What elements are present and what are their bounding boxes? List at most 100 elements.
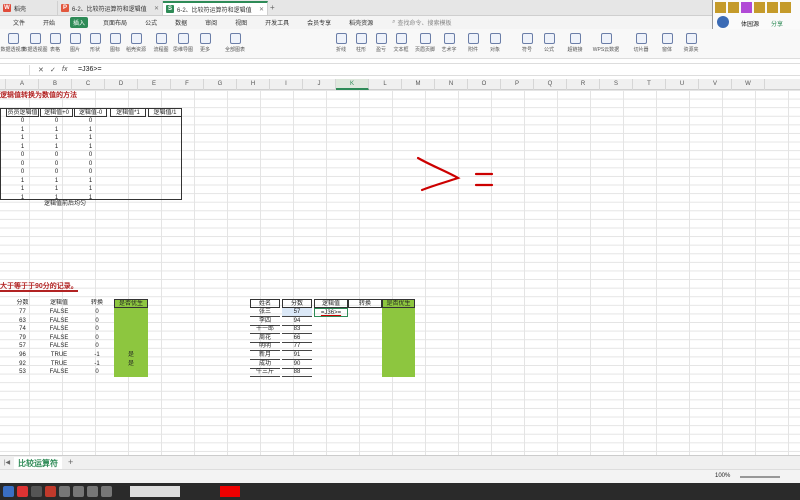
hyperlink-button[interactable]: 超链接	[564, 31, 586, 57]
table-button[interactable]: 表格	[44, 31, 66, 57]
picture-button[interactable]: 图片	[64, 31, 86, 57]
textbox-button[interactable]: 文本框	[390, 31, 412, 57]
add-sheet-icon[interactable]: +	[68, 457, 73, 467]
panel-icon-5[interactable]	[767, 2, 778, 13]
eraser-tool-icon[interactable]	[101, 486, 112, 497]
tab-daoke[interactable]: W 稻壳	[0, 1, 58, 15]
ellipse-tool-icon[interactable]	[73, 486, 84, 497]
column-header-i[interactable]: I	[270, 79, 303, 90]
column-header-a[interactable]: A	[6, 79, 39, 90]
column-header-r[interactable]: R	[567, 79, 600, 90]
excellent-cell[interactable]	[382, 368, 415, 378]
pivot-chart-button[interactable]: 数据透视图	[23, 31, 48, 57]
pen-color-swatch[interactable]	[220, 486, 240, 497]
name-box[interactable]	[0, 65, 30, 75]
first-sheet-icon[interactable]: |◀	[4, 459, 10, 466]
column-header-j[interactable]: J	[303, 79, 336, 90]
arrow-tool-icon[interactable]	[31, 486, 42, 497]
column-header-q[interactable]: Q	[534, 79, 567, 90]
score-cell[interactable]: 53	[6, 368, 39, 377]
attachment-button[interactable]: 附件	[462, 31, 484, 57]
symbol-button[interactable]: 符号	[516, 31, 538, 57]
panel-icon-3[interactable]	[741, 2, 752, 13]
sparkline-column-button[interactable]: 柱形	[350, 31, 372, 57]
column-header-f[interactable]: F	[171, 79, 204, 90]
panel-icon-1[interactable]	[715, 2, 726, 13]
menu-insert[interactable]: 插入	[70, 17, 89, 28]
resource-folder-button[interactable]: 资源夹	[680, 31, 702, 57]
column-header-n[interactable]: N	[435, 79, 468, 90]
menu-home[interactable]: 开始	[40, 17, 58, 28]
panel-icon-4[interactable]	[754, 2, 765, 13]
tab-pdf-document[interactable]: P 6-2、比较符运算符和逻辑值 ✕	[58, 1, 163, 15]
more-button[interactable]: 更多	[194, 31, 216, 57]
all-charts-button[interactable]: 全部图表	[222, 31, 248, 57]
menu-member[interactable]: 会员专享	[304, 17, 334, 28]
menu-daoke-resources[interactable]: 稻壳资源	[346, 17, 376, 28]
zoom-level[interactable]: 100%	[715, 473, 730, 479]
column-header-v[interactable]: V	[699, 79, 732, 90]
logic-cell[interactable]: FALSE	[40, 368, 78, 377]
column-header-k[interactable]: K	[336, 79, 369, 90]
avatar[interactable]	[717, 16, 729, 28]
menu-data[interactable]: 数据	[172, 17, 190, 28]
sparkline-winloss-button[interactable]: 盈亏	[370, 31, 392, 57]
close-icon[interactable]: ✕	[154, 5, 159, 12]
flowchart-button[interactable]: 流程图	[150, 31, 172, 57]
column-header-m[interactable]: M	[402, 79, 435, 90]
zoom-slider[interactable]	[740, 476, 780, 478]
shape-button[interactable]: 形状	[84, 31, 106, 57]
start-icon[interactable]	[3, 486, 14, 497]
column-header-b[interactable]: B	[39, 79, 72, 90]
line-tool-icon[interactable]	[45, 486, 56, 497]
tab-spreadsheet[interactable]: S 6-2、比较符运算符和逻辑值 ✕	[163, 1, 268, 15]
header-footer-button[interactable]: 页眉页脚	[414, 31, 436, 57]
menu-formulas[interactable]: 公式	[142, 17, 160, 28]
column-header-p[interactable]: P	[501, 79, 534, 90]
pen-size-selector[interactable]	[130, 486, 180, 497]
slicer-button[interactable]: 切片器	[630, 31, 652, 57]
column-header-u[interactable]: U	[666, 79, 699, 90]
rect-tool-icon[interactable]	[59, 486, 70, 497]
score-cell[interactable]: 88	[282, 368, 312, 378]
excellent-cell[interactable]	[114, 368, 148, 378]
text-tool-icon[interactable]	[87, 486, 98, 497]
column-header-w[interactable]: W	[732, 79, 765, 90]
sparkline-line-button[interactable]: 折线	[330, 31, 352, 57]
column-header-o[interactable]: O	[468, 79, 501, 90]
share-button[interactable]: 分享	[771, 19, 783, 28]
wordart-button[interactable]: 艺术字	[438, 31, 460, 57]
object-button[interactable]: 对象	[484, 31, 506, 57]
column-header-g[interactable]: G	[204, 79, 237, 90]
name-cell[interactable]: 牛三斤	[250, 368, 280, 378]
equation-button[interactable]: 公式	[538, 31, 560, 57]
pen-tool-icon[interactable]	[17, 486, 28, 497]
menu-page-layout[interactable]: 页面布局	[100, 17, 130, 28]
column-header-l[interactable]: L	[369, 79, 402, 90]
close-icon[interactable]: ✕	[259, 6, 264, 13]
command-search[interactable]: 查找命令、搜索模板	[398, 18, 452, 27]
formula-input[interactable]: =J36>=	[78, 66, 102, 73]
confirm-icon[interactable]: ✓	[50, 66, 56, 74]
cancel-icon[interactable]: ✕	[38, 66, 44, 74]
menu-view[interactable]: 视图	[232, 17, 250, 28]
daoke-resources-button[interactable]: 稻壳资源	[122, 31, 150, 57]
new-tab-icon[interactable]: +	[270, 3, 275, 12]
column-header-h[interactable]: H	[237, 79, 270, 90]
panel-icon-2[interactable]	[728, 2, 739, 13]
column-header-c[interactable]: C	[72, 79, 105, 90]
menu-review[interactable]: 审阅	[202, 17, 220, 28]
menu-developer[interactable]: 开发工具	[262, 17, 292, 28]
menu-file[interactable]: 文件	[10, 17, 28, 28]
form-control-button[interactable]: 窗体	[656, 31, 678, 57]
convert-cell[interactable]: 0	[80, 368, 114, 377]
convert-cell[interactable]	[348, 368, 382, 377]
mindmap-button[interactable]: 思维导图	[172, 31, 194, 57]
column-header-t[interactable]: T	[633, 79, 666, 90]
column-header-e[interactable]: E	[138, 79, 171, 90]
table-cell[interactable]: 1	[6, 194, 39, 203]
logic-cell[interactable]	[314, 368, 348, 377]
panel-icon-6[interactable]	[780, 2, 791, 13]
wps-cloud-data-button[interactable]: WPS云数据	[590, 31, 622, 57]
column-header-s[interactable]: S	[600, 79, 633, 90]
